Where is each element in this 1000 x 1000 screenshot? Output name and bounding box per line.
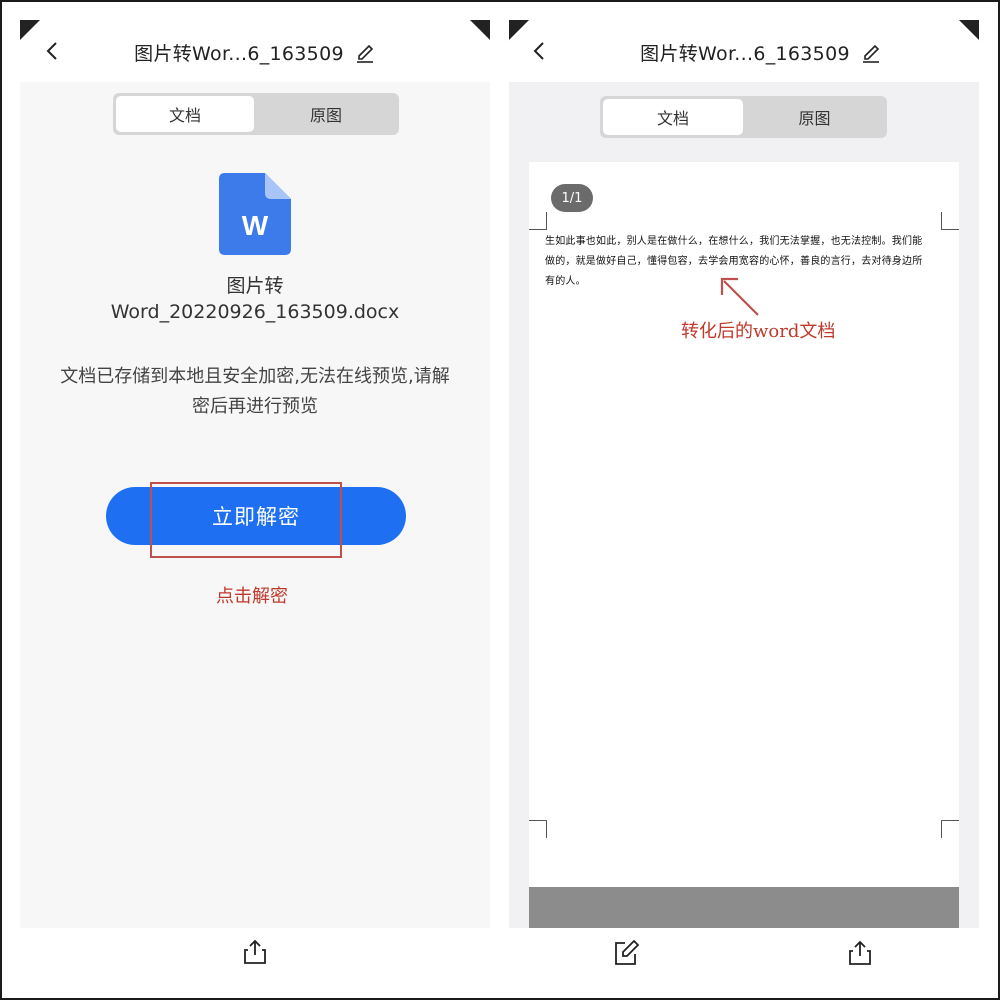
document-page-preview: 1/1 生如此事也如此，别人是在做什么，在想什么，我们无法掌握，也无法控制。我们… xyxy=(529,162,959,887)
svg-text:W: W xyxy=(242,210,269,241)
corner-mark xyxy=(509,20,529,40)
bottom-toolbar xyxy=(20,928,490,980)
document-title: 图片转Wor...6_163509 xyxy=(134,42,344,65)
view-segmented-control: 文档 原图 xyxy=(113,93,399,135)
top-bar: 图片转Wor...6_163509 xyxy=(509,20,979,82)
notice-line2: 密后再进行预览 xyxy=(192,396,318,417)
word-file-icon: W xyxy=(219,173,291,255)
view-segmented-control: 文档 原图 xyxy=(600,96,887,138)
annotation-converted-word-doc: 转化后的word文档 xyxy=(681,321,836,342)
corner-mark xyxy=(20,20,40,40)
page-indicator: 1/1 xyxy=(551,184,593,212)
crop-mark xyxy=(529,820,547,838)
right-phone-screen: 图片转Wor...6_163509 文档 原图 1/1 生如此事也如此，别人是在… xyxy=(509,20,979,980)
crop-mark xyxy=(941,212,959,230)
file-name-line2: Word_20220926_163509.docx xyxy=(110,301,400,323)
top-bar: 图片转Wor...6_163509 xyxy=(20,20,490,82)
corner-mark xyxy=(470,20,490,40)
corner-mark xyxy=(959,20,979,40)
doc-text-line1: 生如此事也如此，别人是在做什么，在想什么，我们无法掌握，也无法控制。我们能 xyxy=(545,236,923,247)
encryption-notice: 文档已存储到本地且安全加密,无法在线预览,请解 密后再进行预览 xyxy=(40,362,470,422)
tab-document[interactable]: 文档 xyxy=(116,96,254,132)
edit-document-icon[interactable] xyxy=(613,939,639,967)
crop-mark xyxy=(529,212,547,230)
page-gap-bar xyxy=(529,887,959,932)
left-phone-screen: 图片转Wor...6_163509 文档 原图 W 图片转 Word_20220… xyxy=(20,20,490,980)
tab-original-image[interactable]: 原图 xyxy=(745,99,884,135)
tab-document[interactable]: 文档 xyxy=(603,99,743,135)
doc-text-line2: 做的，就是做好自己，懂得包容，去学会用宽容的心怀，善良的言行，去对待身边所 xyxy=(545,256,923,267)
document-title: 图片转Wor...6_163509 xyxy=(640,42,850,65)
notice-line1: 文档已存储到本地且安全加密,无法在线预览,请解 xyxy=(60,366,450,387)
bottom-toolbar xyxy=(509,928,979,980)
annotation-click-decrypt: 点击解密 xyxy=(216,586,288,607)
share-icon[interactable] xyxy=(242,938,268,966)
file-name-line1: 图片转 xyxy=(226,275,284,297)
rename-pencil-icon[interactable] xyxy=(354,41,376,63)
tab-original-image[interactable]: 原图 xyxy=(256,96,396,132)
share-icon[interactable] xyxy=(847,939,873,967)
annotation-highlight-box xyxy=(150,482,342,558)
rename-pencil-icon[interactable] xyxy=(860,41,882,63)
annotation-arrow-icon xyxy=(720,277,759,316)
crop-mark xyxy=(941,820,959,838)
